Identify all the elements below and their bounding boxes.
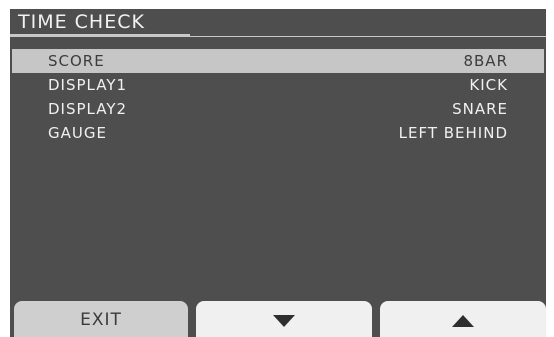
param-row-display2[interactable]: DISPLAY2 SNARE: [12, 97, 544, 121]
exit-button[interactable]: EXIT: [14, 301, 188, 337]
param-row-score[interactable]: SCORE 8BAR: [12, 49, 544, 73]
parameter-list: SCORE 8BAR DISPLAY1 KICK DISPLAY2 SNARE …: [12, 49, 544, 145]
param-value: LEFT BEHIND: [398, 124, 508, 142]
param-row-display1[interactable]: DISPLAY1 KICK: [12, 73, 544, 97]
param-row-gauge[interactable]: GAUGE LEFT BEHIND: [12, 121, 544, 145]
param-label: GAUGE: [48, 124, 107, 142]
triangle-down-icon: [273, 314, 295, 327]
screen-title: TIME CHECK: [18, 11, 145, 33]
triangle-up-icon: [452, 314, 474, 327]
cursor-down-button[interactable]: [196, 301, 372, 337]
param-value: KICK: [469, 76, 508, 94]
param-value: SNARE: [452, 100, 508, 118]
title-divider: [10, 36, 546, 37]
cursor-up-button[interactable]: [380, 301, 546, 337]
param-value: 8BAR: [463, 52, 508, 70]
param-label: DISPLAY2: [48, 100, 128, 118]
time-check-screen: TIME CHECK SCORE 8BAR DISPLAY1 KICK DISP…: [10, 9, 546, 337]
softkey-bar: EXIT: [10, 301, 546, 337]
param-label: SCORE: [48, 52, 105, 70]
param-label: DISPLAY1: [48, 76, 128, 94]
